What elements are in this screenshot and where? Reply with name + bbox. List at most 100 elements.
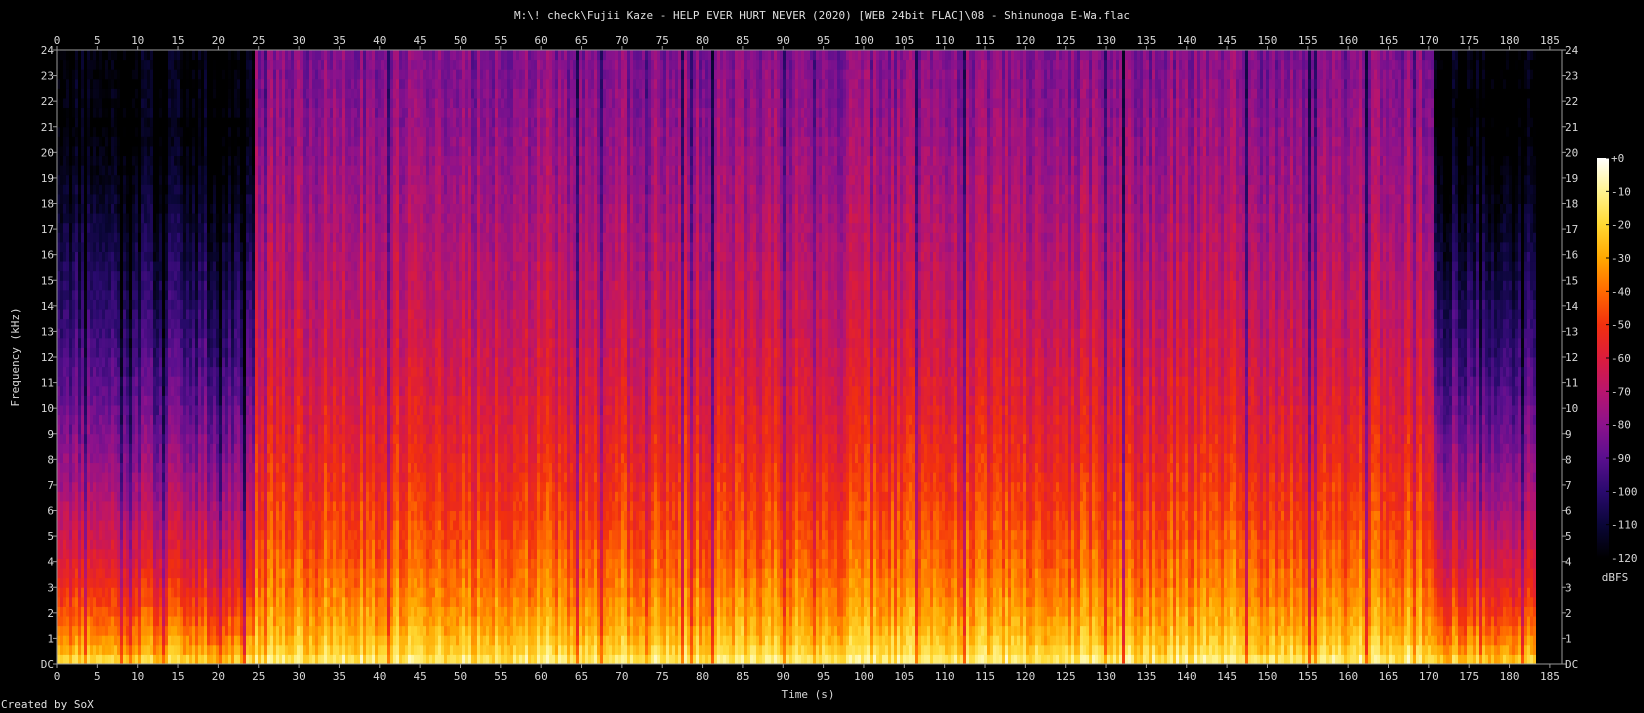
spectrogram-cell [177,69,180,80]
spectrogram-cell [279,328,282,339]
spectrogram-cell [225,414,228,425]
spectrogram-cell [135,155,138,166]
spectrogram-cell [177,203,180,214]
spectrogram-cell [279,50,282,61]
spectrogram-cell [183,529,186,540]
spectrogram-cell [180,433,183,444]
spectrogram-cell [279,280,282,291]
spectrogram-cell [219,596,222,607]
spectrogram-cell [81,376,84,387]
spectrogram-cell [75,443,78,454]
spectrogram-cell [159,500,162,511]
spectrogram-cell [195,616,198,627]
spectrogram-cell [264,337,267,348]
spectrogram-cell [132,548,135,559]
spectrogram-cell [189,261,192,272]
spectrogram-cell [168,376,171,387]
spectrogram-cell [75,145,78,157]
spectrogram-cell [96,222,99,233]
spectrogram-cell [252,309,255,320]
spectrogram-cell [111,289,114,300]
spectrogram-cell [72,136,75,147]
spectrogram-cell [183,337,186,348]
spectrogram-cell [156,568,159,579]
spectrogram-cell [189,145,192,157]
spectrogram-cell [201,203,204,214]
spectrogram-cell [291,644,294,655]
spectrogram-cell [129,59,132,70]
spectrogram-cell [180,88,183,99]
spectrogram-cell [153,616,156,627]
spectrogram-cell [162,596,165,607]
spectrogram-cell [231,520,234,531]
spectrogram-cell [87,452,90,464]
spectrogram-cell [222,654,225,665]
spectrogram-cell [126,433,129,444]
spectrogram-cell [264,193,267,204]
spectrogram-cell [99,596,102,607]
spectrogram-cell [276,424,279,435]
spectrogram-cell [60,328,63,339]
spectrogram-cell [186,280,189,291]
spectrogram-cell [105,126,108,137]
spectrogram-cell [87,385,90,396]
spectrogram-cell [81,635,84,646]
spectrogram-cell [63,491,66,502]
spectrogram-cell [270,117,273,128]
spectrogram-cell [177,404,180,416]
spectrogram-cell [156,616,159,627]
spectrogram-cell [285,596,288,607]
spectrogram-cell [198,165,201,176]
spectrogram-cell [192,261,195,272]
spectrogram-cell [87,50,90,61]
spectrogram-cell [138,222,141,233]
spectrogram-cell [141,241,144,252]
spectrogram-cell [234,299,237,310]
spectrogram-cell [69,376,72,387]
spectrogram-cell [87,644,90,655]
spectrogram-cell [273,241,276,252]
spectrogram-cell [153,587,156,598]
spectrogram-cell [225,376,228,387]
spectrogram-cell [231,529,234,540]
spectrogram-cell [60,625,63,636]
spectrogram-cell [69,414,72,425]
spectrogram-cell [285,481,288,492]
spectrogram-cell [258,203,261,214]
spectrogram-cell [192,165,195,176]
spectrogram-cell [114,616,117,627]
spectrogram-cell [177,117,180,128]
spectrogram-cell [159,606,162,617]
spectrogram-cell [63,596,66,607]
spectrogram-cell [123,241,126,252]
spectrogram-cell [126,452,129,464]
spectrogram-cell [138,165,141,176]
spectrogram-cell [75,107,78,118]
spectrogram-cell [222,280,225,291]
spectrogram-cell [84,165,87,176]
spectrogram-cell [111,232,114,243]
spectrogram-cell [162,548,165,559]
spectrogram-cell [213,404,216,416]
spectrogram-cell [105,50,108,61]
spectrogram-cell [141,261,144,272]
spectrogram-cell [159,520,162,531]
spectrogram-cell [246,241,249,252]
spectrogram-cell [267,491,270,502]
spectrogram-cell [249,625,252,636]
spectrogram-cell [237,309,240,320]
spectrogram-cell [75,280,78,291]
spectrogram-cell [99,222,102,233]
spectrogram-cell [75,203,78,214]
spectrogram-cell [282,241,285,252]
spectrogram-cell [141,203,144,214]
spectrogram-cell [141,59,144,70]
spectrogram-cell [207,107,210,118]
spectrogram-cell [84,136,87,147]
spectrogram-cell [192,270,195,281]
spectrogram-cell [288,337,291,348]
spectrogram-cell [162,174,165,185]
spectrogram-cell [153,568,156,579]
spectrogram-cell [129,500,132,511]
spectrogram-cell [114,500,117,511]
